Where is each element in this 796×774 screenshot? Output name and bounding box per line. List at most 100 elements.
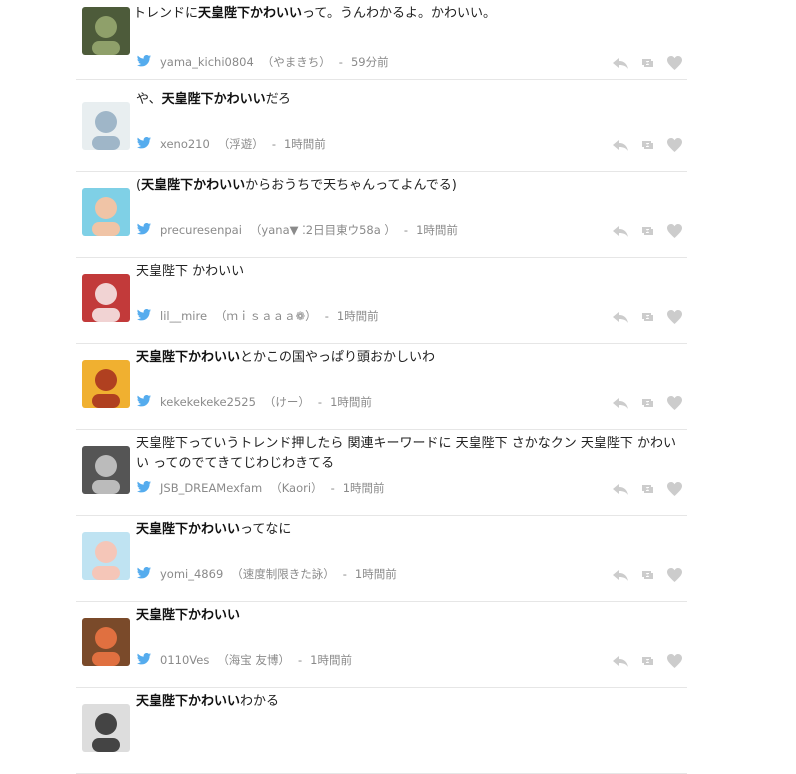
- tweet-username-link[interactable]: yomi_4869: [160, 567, 223, 581]
- tweet-item: 天皇陛下かわいい 0110Ves （海宝 友博） -1時間前: [76, 602, 687, 688]
- twitter-bird-icon: [137, 136, 160, 152]
- favorite-icon[interactable]: [666, 309, 683, 325]
- tweet-text-before: トレンドに: [133, 6, 199, 21]
- favorite-icon[interactable]: [666, 395, 683, 411]
- meta-separator: -: [324, 309, 329, 323]
- tweet-username-link[interactable]: kekekekeke2525: [160, 395, 256, 409]
- meta-separator: -: [338, 55, 343, 69]
- tweet-text-before: や、: [136, 92, 162, 107]
- tweet-timestamp-link[interactable]: 59分前: [351, 54, 389, 70]
- tweet-item: (天皇陛下かわいいからおうちで天ちゃんってよんでる) precuresenpai （…: [76, 172, 687, 258]
- favorite-icon[interactable]: [666, 481, 683, 497]
- tweet-meta: precuresenpai （yana▼ ⁚2日目東ウ58a ） -1時間前: [137, 222, 458, 238]
- tweet-display-name: （浮遊）: [217, 137, 264, 151]
- avatar-icon[interactable]: [82, 618, 130, 666]
- tweet-timestamp-link[interactable]: 1時間前: [330, 394, 372, 410]
- favorite-icon[interactable]: [666, 567, 683, 583]
- retweet-icon[interactable]: [639, 653, 656, 669]
- avatar-icon[interactable]: [82, 188, 130, 236]
- tweet-meta: lil__mire （ｍｉｓａａａ❁） -1時間前: [137, 308, 379, 324]
- tweet-actions: [612, 55, 683, 71]
- avatar-icon[interactable]: [82, 360, 130, 408]
- tweet-display-name: （速度制限きた詠）: [231, 567, 335, 581]
- tweet-item: 天皇陛下かわいいってなに yomi_4869 （速度制限きた詠） -1時間前: [76, 516, 687, 602]
- tweet-text: 天皇陛下かわいい: [136, 606, 686, 626]
- avatar-icon[interactable]: [82, 704, 130, 752]
- favorite-icon[interactable]: [666, 653, 683, 669]
- tweet-username-link[interactable]: JSB_DREAMexfam: [160, 481, 262, 495]
- reply-icon[interactable]: [612, 223, 629, 239]
- tweet-text: や、天皇陛下かわいいだろ: [136, 90, 686, 110]
- tweet-item: 天皇陛下かわいいわかる: [76, 688, 687, 774]
- retweet-icon[interactable]: [639, 223, 656, 239]
- tweet-username-link[interactable]: 0110Ves: [160, 653, 209, 667]
- tweet-text-after: わかる: [240, 694, 280, 709]
- retweet-icon[interactable]: [639, 395, 656, 411]
- avatar-icon[interactable]: [82, 274, 130, 322]
- tweet-text-before: 天皇陛下 かわいい: [136, 264, 245, 279]
- tweet-meta: xeno210 （浮遊） -1時間前: [137, 136, 326, 152]
- tweet-keyword-highlight: 天皇陛下かわいい: [198, 6, 303, 21]
- tweet-text: トレンドに天皇陛下かわいいって。うんわかるよ。かわいい。: [133, 4, 683, 24]
- tweet-username-link[interactable]: precuresenpai: [160, 223, 242, 237]
- avatar-icon[interactable]: [82, 102, 130, 150]
- tweet-timestamp-link[interactable]: 1時間前: [310, 652, 352, 668]
- reply-icon[interactable]: [612, 395, 629, 411]
- twitter-bird-icon: [137, 308, 160, 324]
- tweet-timestamp-link[interactable]: 1時間前: [343, 480, 385, 496]
- twitter-bird-icon: [137, 54, 160, 70]
- tweet-text-after: ってなに: [240, 522, 292, 537]
- avatar-icon[interactable]: [82, 446, 130, 494]
- tweet-username-link[interactable]: xeno210: [160, 137, 210, 151]
- tweet-display-name: （海宝 友博）: [217, 653, 290, 667]
- tweet-text-after: からおうちで天ちゃんってよんでる): [245, 178, 457, 193]
- reply-icon[interactable]: [612, 137, 629, 153]
- favorite-icon[interactable]: [666, 223, 683, 239]
- twitter-bird-icon: [137, 652, 160, 668]
- tweet-timestamp-link[interactable]: 1時間前: [284, 136, 326, 152]
- meta-separator: -: [342, 567, 347, 581]
- tweet-username-link[interactable]: yama_kichi0804: [160, 55, 254, 69]
- meta-separator: -: [271, 137, 276, 151]
- tweet-actions: [612, 653, 683, 669]
- tweet-meta: 0110Ves （海宝 友博） -1時間前: [137, 652, 352, 668]
- tweet-text: 天皇陛下っていうトレンド押したら 関連キーワードに 天皇陛下 さかなクン 天皇陛…: [136, 434, 686, 474]
- tweet-display-name: （yana▼ ⁚2日目東ウ58a ）: [249, 223, 396, 237]
- retweet-icon[interactable]: [639, 309, 656, 325]
- retweet-icon[interactable]: [639, 567, 656, 583]
- tweet-text-after: とかこの国やっぱり頭おかしいわ: [240, 350, 436, 365]
- tweet-keyword-highlight: 天皇陛下かわいい: [161, 92, 266, 107]
- tweet-text: 天皇陛下 かわいい: [136, 262, 686, 282]
- tweet-text: 天皇陛下かわいいとかこの国やっぱり頭おかしいわ: [136, 348, 686, 368]
- retweet-icon[interactable]: [639, 481, 656, 497]
- tweet-meta: JSB_DREAMexfam （Kaori） -1時間前: [137, 480, 385, 496]
- tweet-meta: yama_kichi0804 （やまきち） -59分前: [137, 54, 389, 70]
- tweet-item: 天皇陛下かわいいとかこの国やっぱり頭おかしいわ kekekekeke2525 （けー…: [76, 344, 687, 430]
- favorite-icon[interactable]: [666, 137, 683, 153]
- favorite-icon[interactable]: [666, 55, 683, 71]
- reply-icon[interactable]: [612, 567, 629, 583]
- retweet-icon[interactable]: [639, 137, 656, 153]
- tweet-text: 天皇陛下かわいいってなに: [136, 520, 686, 540]
- retweet-icon[interactable]: [639, 55, 656, 71]
- twitter-bird-icon: [137, 394, 160, 410]
- tweet-item: 天皇陛下 かわいい lil__mire （ｍｉｓａａａ❁） -1時間前: [76, 258, 687, 344]
- reply-icon[interactable]: [612, 653, 629, 669]
- tweet-display-name: （Kaori）: [270, 481, 323, 495]
- reply-icon[interactable]: [612, 55, 629, 71]
- tweet-item: 天皇陛下っていうトレンド押したら 関連キーワードに 天皇陛下 さかなクン 天皇陛…: [76, 430, 687, 516]
- tweet-text: 天皇陛下かわいいわかる: [136, 692, 686, 712]
- reply-icon[interactable]: [612, 309, 629, 325]
- tweet-timestamp-link[interactable]: 1時間前: [337, 308, 379, 324]
- meta-separator: -: [403, 223, 409, 237]
- tweet-actions: [612, 395, 683, 411]
- tweet-text-before: 天皇陛下っていうトレンド押したら 関連キーワードに 天皇陛下 さかなクン 天皇陛…: [136, 436, 677, 471]
- tweet-item: や、天皇陛下かわいいだろ xeno210 （浮遊） -1時間前: [76, 86, 687, 172]
- tweet-timestamp-link[interactable]: 1時間前: [355, 566, 397, 582]
- avatar-icon[interactable]: [82, 7, 130, 55]
- tweet-timestamp-link[interactable]: 1時間前: [416, 222, 458, 238]
- reply-icon[interactable]: [612, 481, 629, 497]
- tweet-actions: [612, 567, 683, 583]
- avatar-icon[interactable]: [82, 532, 130, 580]
- tweet-username-link[interactable]: lil__mire: [160, 309, 207, 323]
